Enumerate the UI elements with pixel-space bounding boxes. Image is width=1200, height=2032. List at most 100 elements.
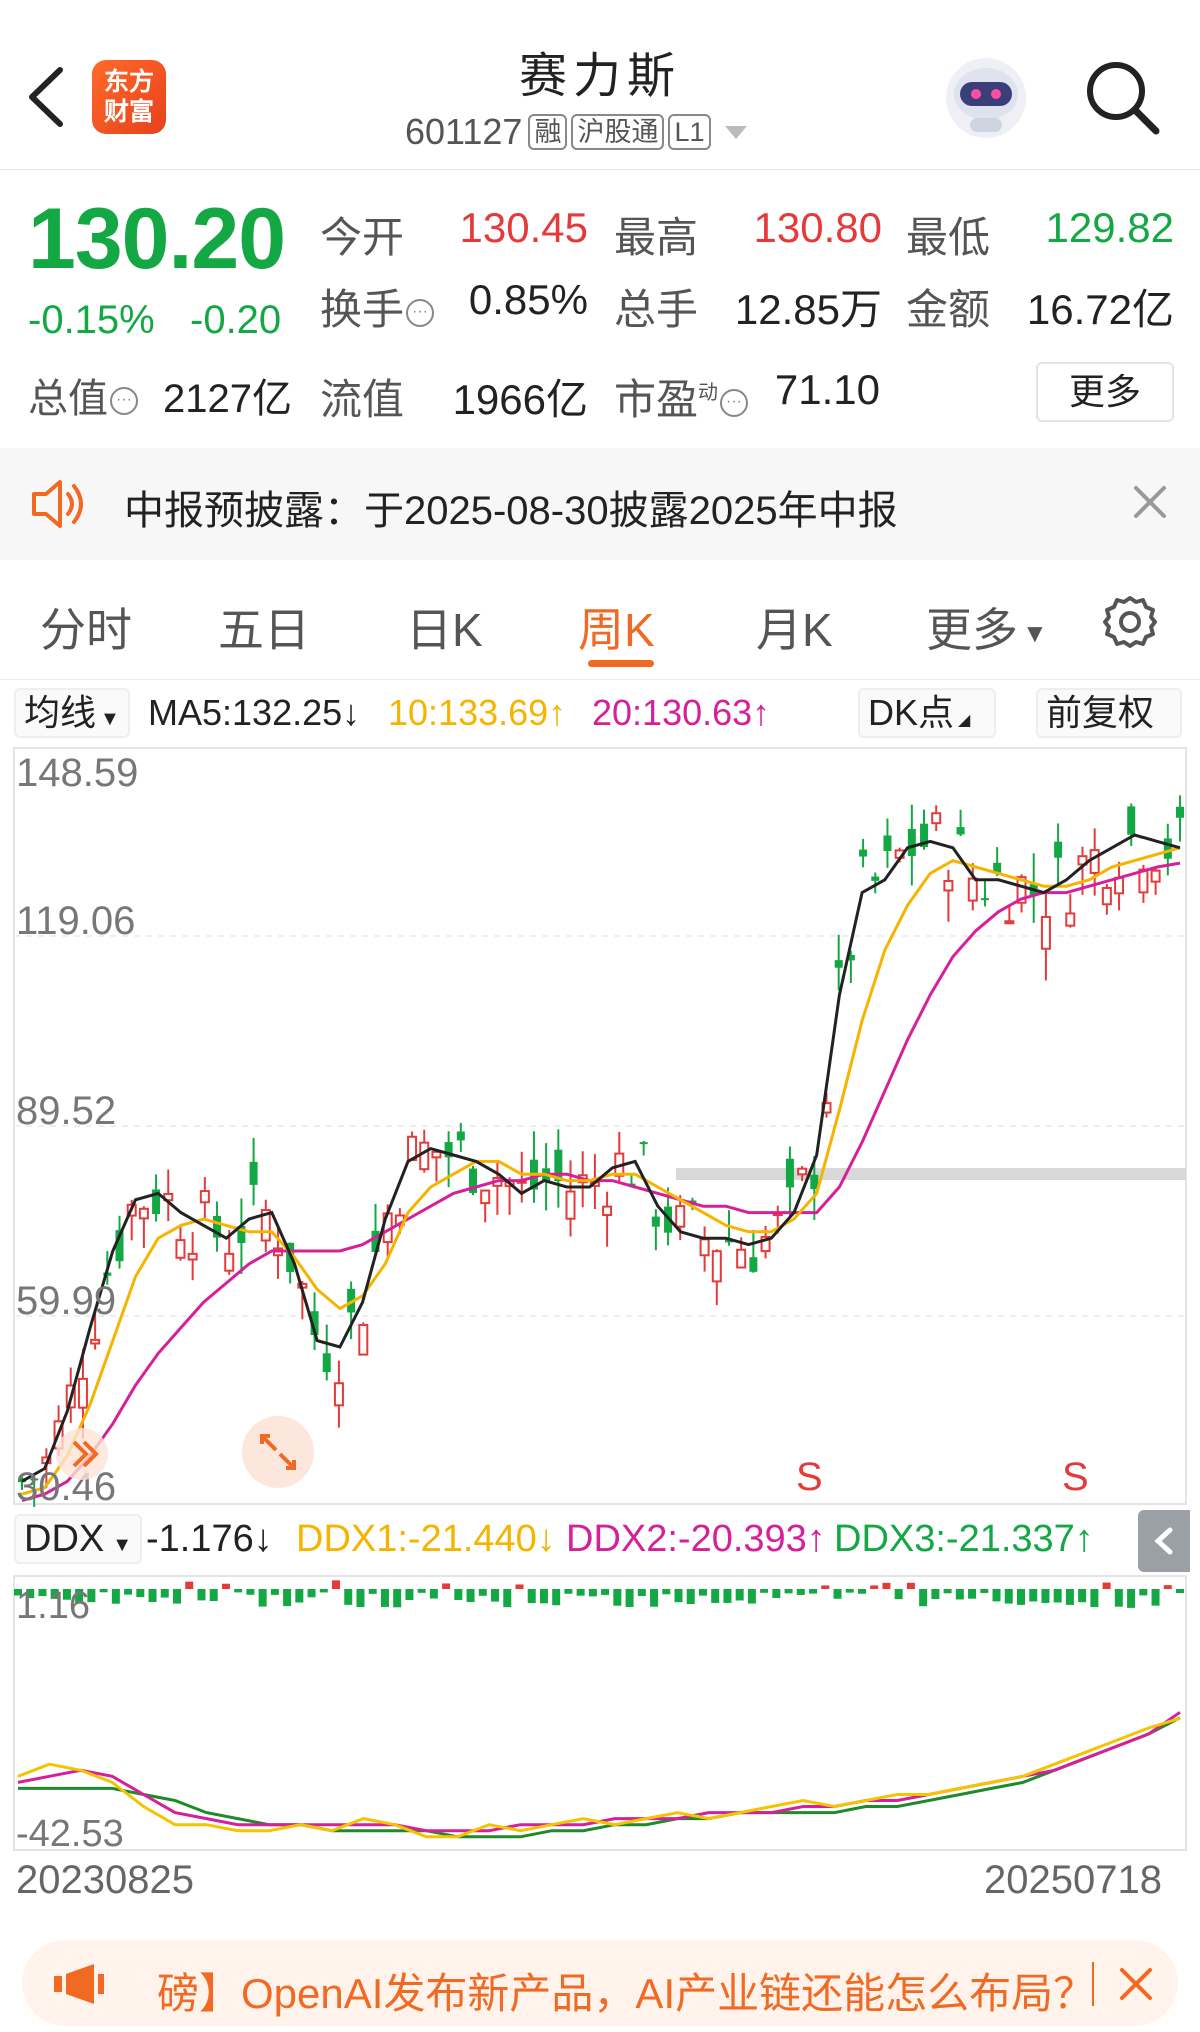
- ddx-bar: [417, 1589, 426, 1593]
- open-label: 今开: [320, 214, 405, 261]
- ddx-bar: [491, 1589, 500, 1602]
- news-ticker[interactable]: 磅】OpenAI发布新产品，AI产业链还能怎么布局？: [22, 1940, 1178, 2026]
- notice-banner[interactable]: 中报预披露：于2025-08-30披露2025年中报: [0, 448, 1200, 560]
- low-label: 最低: [906, 214, 991, 261]
- candle-body: [736, 1248, 747, 1269]
- ddx-bar: [637, 1589, 646, 1596]
- candle-body: [931, 812, 942, 825]
- news-ticker-text: 磅】OpenAI发布新产品，AI产业链还能怎么布局？: [157, 1970, 1077, 2017]
- candle-body: [871, 876, 880, 881]
- float-cap-label: 流值: [320, 376, 405, 423]
- close-icon[interactable]: [1130, 482, 1170, 522]
- notice-text: 中报预披露：于2025-08-30披露2025年中报: [124, 489, 898, 533]
- candle-body: [1065, 912, 1076, 927]
- info-icon: ···: [406, 298, 435, 327]
- ddx-bar: [845, 1589, 854, 1593]
- ddx-bar: [747, 1589, 756, 1604]
- ddx-bar: [258, 1589, 267, 1607]
- ddx-bar: [650, 1589, 659, 1607]
- pe-label[interactable]: 市盈动 ···: [614, 366, 749, 427]
- ddx-bar: [539, 1589, 548, 1604]
- ddx-selector[interactable]: DDX ▼: [14, 1514, 143, 1564]
- tag-connect: 沪股通: [571, 114, 665, 150]
- ddx-bar: [405, 1589, 414, 1600]
- ddx-bar: [1041, 1589, 1050, 1603]
- top-bar: 东方 财富 赛力斯 601127 融 沪股通 L1: [0, 0, 1200, 170]
- gear-icon[interactable]: [1100, 592, 1160, 652]
- ddx-bar: [1004, 1589, 1013, 1604]
- chevron-down-icon: ▼: [100, 708, 120, 730]
- market-cap-label[interactable]: 总值 ···: [28, 366, 138, 424]
- candle-body: [943, 879, 954, 892]
- collapse-panel-icon[interactable]: [1138, 1510, 1190, 1572]
- stock-code-line[interactable]: 601127 融 沪股通 L1: [405, 111, 747, 152]
- ddx-bar: [429, 1589, 438, 1599]
- ddx-bar: [588, 1589, 597, 1597]
- ddx-bar: [882, 1582, 891, 1590]
- candle-body: [456, 1131, 465, 1141]
- search-icon[interactable]: [1080, 55, 1164, 139]
- tab-more[interactable]: 更多 ▼: [926, 594, 1048, 660]
- ddx-bar: [319, 1589, 328, 1593]
- ddx-bar: [368, 1589, 377, 1594]
- ddx-bar: [1114, 1589, 1123, 1607]
- ddx3-value: DDX3:-21.337↑: [834, 1518, 1094, 1560]
- dk-point-button[interactable]: DK点 ◢: [858, 688, 996, 738]
- weekly-k-chart[interactable]: 148.59 119.06 89.52 59.99 30.46 S S: [0, 740, 1200, 1512]
- chevron-down-icon: ▼: [1022, 618, 1048, 649]
- ddx-y-tick-top: 1.16: [16, 1585, 90, 1627]
- adjust-button[interactable]: 前复权: [1036, 688, 1182, 738]
- tab-daily-k[interactable]: 日K: [406, 594, 483, 660]
- ddx-bar: [1016, 1589, 1025, 1605]
- scroll-left-icon[interactable]: [56, 1428, 108, 1480]
- ddx-bar: [809, 1589, 818, 1594]
- date-axis: 20230825 20250718: [0, 1858, 1200, 1918]
- ddx-bar: [136, 1589, 145, 1598]
- ddx-bar: [723, 1589, 732, 1603]
- ddx-selector-label: DDX: [24, 1518, 105, 1560]
- candle-body: [175, 1239, 186, 1259]
- tab-weekly-k[interactable]: 周K: [578, 594, 655, 660]
- ddx-bar: [1176, 1589, 1184, 1594]
- ddx-bar: [99, 1589, 108, 1593]
- tab-intraday[interactable]: 分时: [40, 594, 132, 660]
- sell-signal-marker: S: [1062, 1455, 1089, 1499]
- candle-body: [199, 1190, 210, 1204]
- ddx-bar: [160, 1589, 169, 1598]
- ma-selector[interactable]: 均线 ▼: [14, 688, 130, 738]
- tab-monthly-k[interactable]: 月K: [756, 594, 833, 660]
- ddx-bar: [454, 1589, 463, 1600]
- candle-body: [224, 1252, 235, 1272]
- float-cap-value: 1966亿: [452, 376, 588, 423]
- tag-margin: 融: [528, 114, 568, 150]
- close-icon[interactable]: [1116, 1964, 1156, 2004]
- ddx-bar: [784, 1589, 793, 1594]
- ai-assistant-robot-icon[interactable]: [940, 52, 1032, 144]
- candle-body: [602, 1205, 613, 1217]
- ddx-bar: [344, 1589, 353, 1605]
- more-quote-button[interactable]: 更多: [1036, 362, 1174, 422]
- turnover-label[interactable]: 换手 ···: [320, 276, 435, 337]
- candle-body: [980, 898, 989, 901]
- quote-panel: 130.20 -0.15% -0.20 今开 130.45 最高 130.80 …: [0, 170, 1200, 440]
- turnover-value: 0.85%: [468, 276, 588, 323]
- ddx-bar: [760, 1589, 769, 1593]
- ddx-bar: [698, 1589, 707, 1596]
- ddx-bar: [356, 1589, 365, 1608]
- candle-body: [1127, 806, 1136, 835]
- candle-body: [90, 1338, 101, 1345]
- ddx-bar: [148, 1589, 157, 1602]
- tab-five-day[interactable]: 五日: [218, 594, 310, 660]
- market-cap-label-text: 总值: [28, 377, 108, 421]
- ddx-bar: [197, 1589, 206, 1601]
- amount-label: 金额: [906, 286, 991, 333]
- start-date: 20230825: [16, 1858, 194, 1902]
- ma20-value: 20:130.63↑: [592, 692, 771, 733]
- ddx-chart[interactable]: 1.16 -42.53: [0, 1568, 1200, 1858]
- ddx-bar: [124, 1589, 133, 1595]
- candle-body: [907, 828, 916, 856]
- speaker-icon: [32, 480, 83, 528]
- ddx-bar: [283, 1589, 292, 1607]
- ddx-bar: [919, 1589, 928, 1607]
- fullscreen-icon[interactable]: [242, 1416, 314, 1488]
